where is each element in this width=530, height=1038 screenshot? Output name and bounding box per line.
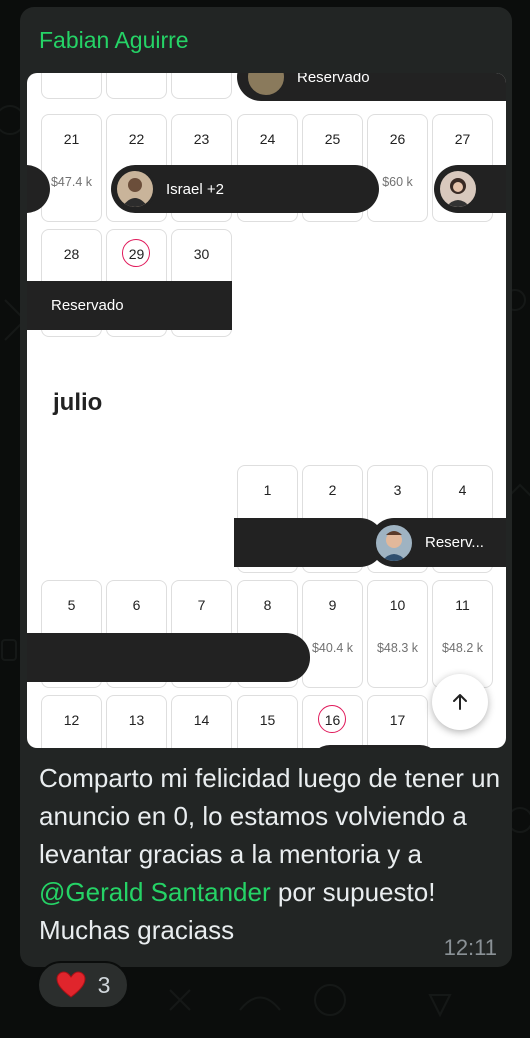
user-mention[interactable]: @Gerald Santander <box>39 877 271 907</box>
day-price: $40.4 k <box>311 641 353 655</box>
shared-screenshot[interactable]: Reservado 21 22 23 24 25 26 27 $47.4 k $… <box>27 73 506 748</box>
reservation-pill-mid <box>234 518 384 567</box>
calendar-cell <box>106 73 167 99</box>
reservation-pill-right <box>434 165 506 213</box>
scroll-up-button[interactable] <box>432 674 488 730</box>
day-number: 13 <box>128 712 145 728</box>
reaction-pill[interactable]: 3 <box>37 961 129 1009</box>
reservation-pill-cut <box>310 745 440 748</box>
day-price: $48.2 k <box>441 641 483 655</box>
guest-avatar <box>114 168 156 210</box>
day-number: 29 <box>128 246 145 262</box>
person-icon <box>382 530 406 561</box>
sender-name[interactable]: Fabian Aguirre <box>39 27 189 54</box>
day-number: 2 <box>328 482 337 498</box>
reservation-pill-bottom <box>27 633 310 682</box>
pill-label: Reservado <box>297 73 370 86</box>
day-price: $48.3 k <box>376 641 418 655</box>
reaction-count: 3 <box>97 971 111 998</box>
day-number: 6 <box>132 597 141 613</box>
day-number: 22 <box>128 131 145 147</box>
reservation-pill-israel: Israel +2 <box>111 165 379 213</box>
day-price: $47.4 k <box>50 175 92 189</box>
day-number: 24 <box>259 131 276 147</box>
day-number: 30 <box>193 246 210 262</box>
day-number: 11 <box>455 597 470 613</box>
day-number: 10 <box>389 597 406 613</box>
arrow-up-icon <box>453 694 467 710</box>
day-number: 9 <box>328 597 337 613</box>
person-icon <box>122 178 148 207</box>
day-number: 8 <box>263 597 272 613</box>
day-number: 27 <box>454 131 471 147</box>
calendar-cell <box>41 73 102 99</box>
day-number: 25 <box>324 131 341 147</box>
day-number: 1 <box>263 482 272 498</box>
day-number: 17 <box>389 712 406 728</box>
day-number: 21 <box>63 131 80 147</box>
month-label: julio <box>53 389 103 416</box>
heart-icon <box>56 971 86 998</box>
day-number: 28 <box>63 246 80 262</box>
message-bubble[interactable]: Fabian Aguirre Reservado 21 22 23 24 25 … <box>20 7 512 967</box>
reservation-pill-reservado: Reservado <box>27 281 232 330</box>
calendar-cell <box>171 73 232 99</box>
pill-label: Reserv... <box>425 534 484 551</box>
day-number: 5 <box>67 597 76 613</box>
day-number: 26 <box>389 131 406 147</box>
day-number: 23 <box>193 131 210 147</box>
day-number: 12 <box>63 712 80 728</box>
guest-avatar <box>245 73 287 98</box>
reservation-pill-reserv: Reserv... <box>370 518 506 567</box>
day-number: 4 <box>458 482 467 498</box>
day-number: 15 <box>259 712 276 728</box>
message-timestamp: 12:11 <box>443 935 497 960</box>
day-number: 14 <box>193 712 210 728</box>
message-text-before: Comparto mi felicidad luego de tener un … <box>39 763 501 869</box>
pill-label: Reservado <box>51 297 124 314</box>
day-number: 16 <box>324 712 341 728</box>
reservation-pill-top: Reservado <box>237 73 506 101</box>
message-text[interactable]: Comparto mi felicidad luego de tener un … <box>39 759 509 949</box>
day-number: 7 <box>197 597 206 613</box>
guest-avatar <box>373 521 415 564</box>
pill-label: Israel +2 <box>166 180 224 198</box>
day-number: 3 <box>393 482 402 498</box>
person-icon <box>446 178 470 207</box>
guest-avatar <box>437 168 479 210</box>
